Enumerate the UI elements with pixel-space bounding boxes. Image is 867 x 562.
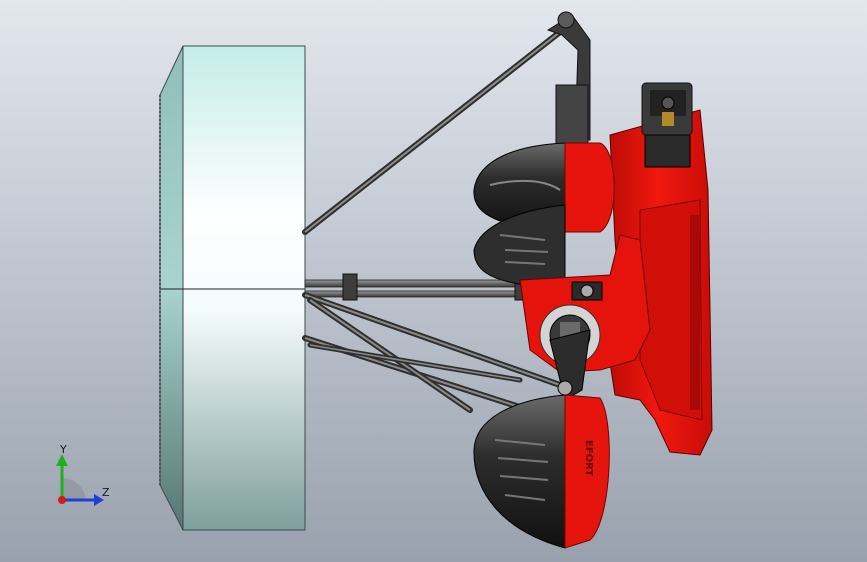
cad-viewport[interactable]: EFORT (0, 0, 867, 562)
brand-logo: EFORT (583, 440, 594, 476)
z-axis-label: Z (102, 486, 110, 499)
platform-front-face (182, 45, 306, 531)
platform-cylinder[interactable] (159, 45, 306, 531)
y-axis-label: Y (60, 443, 67, 456)
x-axis-dot (58, 496, 66, 504)
small-joint (571, 281, 603, 301)
motor-block (641, 82, 693, 168)
platform-side-face (159, 45, 184, 531)
